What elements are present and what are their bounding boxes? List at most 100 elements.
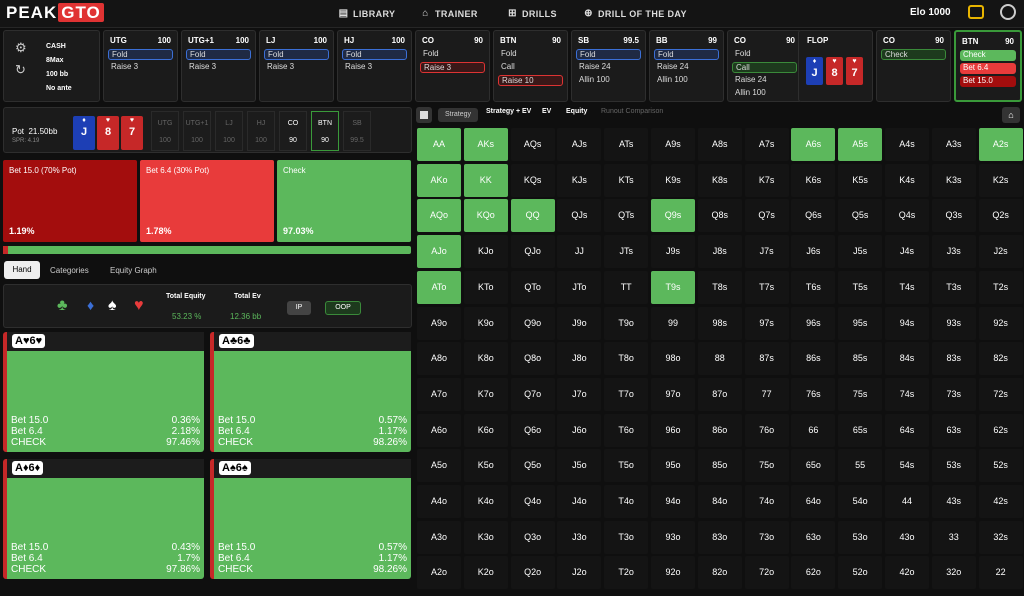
hand-cell[interactable]: J7o <box>557 377 602 411</box>
hand-cell[interactable]: J2s <box>978 235 1023 269</box>
hand-cell[interactable]: 93s <box>931 306 976 340</box>
logo[interactable]: PEAK GTO <box>6 3 104 23</box>
action-raise-24[interactable]: Raise 24 <box>654 62 719 73</box>
grid-toggle-icon[interactable] <box>416 107 432 123</box>
hand-cell[interactable]: TT <box>604 270 649 304</box>
hand-cell[interactable]: 54o <box>838 485 883 518</box>
hand-cell[interactable]: 74s <box>885 377 929 411</box>
hand-cell[interactable]: 92s <box>978 306 1023 340</box>
nav-trainer[interactable]: ⌂ TRAINER <box>420 8 478 19</box>
hand-cell[interactable]: QJo <box>510 235 555 269</box>
nav-drill-of-the-day[interactable]: ⊕ DRILL OF THE DAY <box>583 8 687 19</box>
hand-cell[interactable]: AKs <box>463 128 508 161</box>
hand-cell[interactable]: T6s <box>791 270 836 304</box>
hand-cell[interactable]: J8s <box>697 235 742 269</box>
hand-cell[interactable]: J3o <box>557 520 602 554</box>
hand-cell[interactable]: K6s <box>791 163 836 197</box>
hand-cell[interactable]: 95s <box>838 306 883 340</box>
hand-cell[interactable]: JTo <box>557 270 602 304</box>
mini-seat-sb[interactable]: SB 99.5 <box>343 111 371 151</box>
action-raise-3[interactable]: Raise 3 <box>420 62 485 73</box>
hand-cell[interactable]: 54s <box>885 449 929 483</box>
hand-cell[interactable]: 76o <box>744 413 789 447</box>
hand-cell[interactable]: T3o <box>604 520 649 554</box>
hand-cell[interactable]: 94o <box>651 485 695 518</box>
mini-seat-utg-plus1[interactable]: UTG+1 100 <box>183 111 211 151</box>
hand-cell[interactable]: 82s <box>978 342 1023 376</box>
combo-card[interactable]: A♦6♦ Bet 15.0 0.43% Bet 6.4 1.7% CHECK 97.86% <box>3 459 204 579</box>
hand-cell[interactable]: 85s <box>838 342 883 376</box>
seat-sb-6[interactable]: SB 99.5 Fold Raise 24 Allin 100 <box>571 30 646 102</box>
hand-cell[interactable]: J5o <box>557 449 602 483</box>
hand-cell[interactable]: Q6s <box>791 199 836 233</box>
action-fold[interactable]: Fold <box>498 49 563 60</box>
seat-utg-plus-1-1[interactable]: UTG+1 100 Fold Raise 3 <box>181 30 256 102</box>
action-fold[interactable]: Fold <box>576 49 641 60</box>
hand-cell[interactable]: AJs <box>557 128 602 161</box>
hand-cell[interactable]: Q4o <box>510 485 555 518</box>
action-bet-15[interactable]: Bet 15.0 <box>960 76 1016 87</box>
hand-cell[interactable]: JJ <box>557 235 602 269</box>
action-raise-3[interactable]: Raise 3 <box>264 62 329 73</box>
hand-cell[interactable]: ATs <box>604 128 649 161</box>
hand-cell[interactable]: T4s <box>885 270 929 304</box>
nav-drills[interactable]: ⊞ DRILLS <box>507 8 557 19</box>
hand-cell[interactable]: AQs <box>510 128 555 161</box>
hand-cell[interactable]: 52s <box>978 449 1023 483</box>
action-allin-100[interactable]: Allin 100 <box>654 75 719 86</box>
hand-cell[interactable]: K8s <box>697 163 742 197</box>
hand-cell[interactable]: A6s <box>791 128 836 161</box>
hand-cell[interactable]: K8o <box>463 342 508 376</box>
hand-cell[interactable]: 42s <box>978 485 1023 518</box>
hand-cell[interactable]: K6o <box>463 413 508 447</box>
ip-button[interactable]: IP <box>287 301 311 315</box>
hand-cell[interactable]: 86o <box>697 413 742 447</box>
hand-cell[interactable]: 52o <box>838 556 883 590</box>
hand-cell[interactable]: T5s <box>838 270 883 304</box>
hand-cell[interactable]: J9s <box>651 235 695 269</box>
action-fold[interactable]: Fold <box>732 49 797 60</box>
hand-cell[interactable]: 87s <box>744 342 789 376</box>
flop-card[interactable]: FLOP ♦ J ♥ 8 ♥ 7 <box>798 30 873 102</box>
seat-co-after[interactable]: CO 90 Check <box>876 30 951 102</box>
hand-cell[interactable]: 73o <box>744 520 789 554</box>
hand-cell[interactable]: KTs <box>604 163 649 197</box>
action-fold[interactable]: Fold <box>420 49 485 60</box>
hand-cell[interactable]: 92o <box>651 556 695 590</box>
action-bet-6-4[interactable]: Bet 6.4 <box>960 63 1016 74</box>
seat-utg-0[interactable]: UTG 100 Fold Raise 3 <box>103 30 178 102</box>
spade-icon[interactable]: ♠ <box>108 297 117 315</box>
hand-cell[interactable]: A2s <box>978 128 1023 161</box>
hand-cell[interactable]: K3s <box>931 163 976 197</box>
nav-library[interactable]: ▤ LIBRARY <box>338 8 396 19</box>
hand-cell[interactable]: JTs <box>604 235 649 269</box>
hand-cell[interactable]: 94s <box>885 306 929 340</box>
hand-cell[interactable]: K2s <box>978 163 1023 197</box>
hand-cell[interactable]: T9o <box>604 306 649 340</box>
hand-cell[interactable]: KQo <box>463 199 508 233</box>
hand-cell[interactable]: 75s <box>838 377 883 411</box>
hand-cell[interactable]: K9o <box>463 306 508 340</box>
action-fold[interactable]: Fold <box>342 49 407 60</box>
hand-cell[interactable]: J8o <box>557 342 602 376</box>
hand-cell[interactable]: A5s <box>838 128 883 161</box>
action-check[interactable]: Check <box>881 49 946 60</box>
hand-cell[interactable]: 63s <box>931 413 976 447</box>
hand-cell[interactable]: 22 <box>978 556 1023 590</box>
hand-cell[interactable]: T8s <box>697 270 742 304</box>
hand-cell[interactable]: 99 <box>651 306 695 340</box>
hand-cell[interactable]: J7s <box>744 235 789 269</box>
tab-categories[interactable]: Categories <box>50 266 89 275</box>
hand-cell[interactable]: 32s <box>978 520 1023 554</box>
user-icon[interactable] <box>1000 4 1016 20</box>
mini-seat-btn[interactable]: BTN 90 <box>311 111 339 151</box>
hand-cell[interactable]: Q9s <box>651 199 695 233</box>
hand-cell[interactable]: T6o <box>604 413 649 447</box>
hand-cell[interactable]: KQs <box>510 163 555 197</box>
hand-cell[interactable]: 65s <box>838 413 883 447</box>
hand-cell[interactable]: Q5s <box>838 199 883 233</box>
hand-cell[interactable]: 98s <box>697 306 742 340</box>
combo-card[interactable]: A♣6♣ Bet 15.0 0.57% Bet 6.4 1.17% CHECK 98.26% <box>210 332 411 452</box>
hand-cell[interactable]: K5s <box>838 163 883 197</box>
tab-ev[interactable]: EV <box>542 108 551 115</box>
